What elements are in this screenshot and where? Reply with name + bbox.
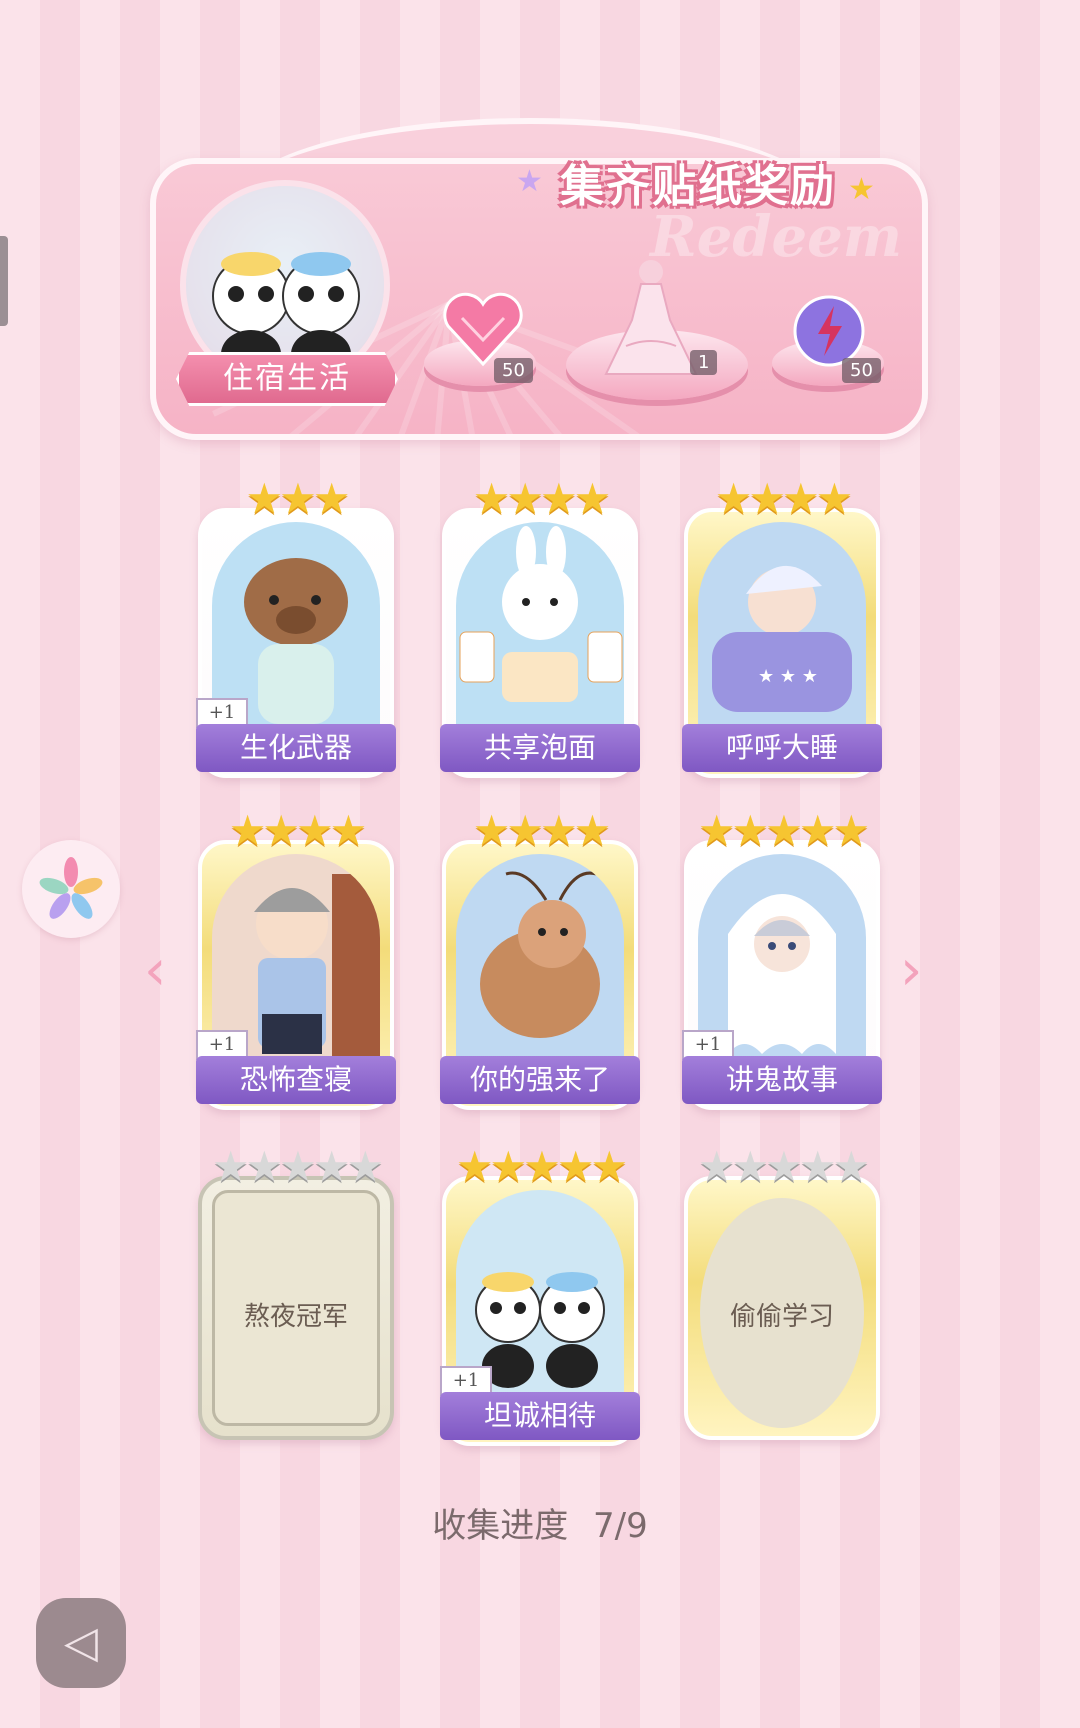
bunny-noodles-icon (459, 526, 623, 702)
star-rating: ★★★★ (472, 806, 612, 855)
sticker-card[interactable]: ★★★★★ +1 讲鬼故事 (682, 806, 882, 1110)
theme-label: 住宿生活 (176, 352, 398, 406)
reward-count: 50 (494, 358, 533, 383)
star-rating: ★★★ (245, 474, 351, 523)
card-art: ★ ★ ★ (698, 522, 866, 732)
star-rating: ★★★★ (714, 474, 854, 523)
star-rating: ★★★★ (472, 474, 612, 523)
sticker-card[interactable]: ★★★ +1 生化武器 (196, 474, 396, 778)
yellow-star-icon: ★ (848, 172, 875, 207)
banner-title: 集齐贴纸奖励 (560, 161, 836, 212)
prev-page-arrow[interactable]: ‹ (144, 938, 166, 1003)
back-button[interactable]: ◁ (36, 1598, 126, 1688)
sticker-card[interactable]: ★★★★ 你的强来了 (440, 806, 640, 1110)
card-name: 生化武器 (196, 724, 396, 772)
purple-star-icon: ★ (516, 164, 543, 199)
star-rating: ★★★★★ (211, 1142, 384, 1191)
progress-label: 收集进度 (432, 1506, 569, 1546)
collection-progress: 收集进度 7/9 (0, 1498, 1080, 1547)
star-rating: ★★★★ (228, 806, 368, 855)
back-arrow-icon: ◁ (64, 1617, 98, 1668)
sticker-card[interactable]: ★★★★ 共享泡面 (440, 474, 640, 778)
card-name: 恐怖查寝 (196, 1056, 396, 1104)
sleeping-boy-icon: ★ ★ ★ (712, 565, 852, 712)
sticker-card[interactable]: ★★★★ +1 恐怖查寝 (196, 806, 396, 1110)
side-handle[interactable] (0, 236, 8, 326)
progress-value: 7/9 (593, 1506, 648, 1546)
reward-count: 50 (842, 358, 881, 383)
star-rating: ★★★★★ (455, 1142, 628, 1191)
card-name: 你的强来了 (440, 1056, 640, 1104)
card-art (456, 522, 624, 732)
sticker-card-locked[interactable]: ★★★★★ 偷偷学习 (684, 1142, 880, 1440)
sticker-card-locked[interactable]: ★★★★★ 熬夜冠军 (198, 1142, 394, 1440)
flower-icon (39, 857, 103, 919)
card-name: 坦诚相待 (440, 1392, 640, 1440)
card-name: 熬夜冠军 (243, 1302, 348, 1332)
flower-menu-button[interactable] (22, 840, 120, 938)
star-rating: ★★★★★ (697, 806, 870, 855)
card-name: 呼呼大睡 (682, 724, 882, 772)
cockroach-icon (480, 871, 600, 1038)
svg-text:★ ★ ★: ★ ★ ★ (758, 666, 818, 687)
card-art (456, 854, 624, 1064)
card-name: 讲鬼故事 (682, 1056, 882, 1104)
star-rating: ★★★★★ (697, 1142, 870, 1191)
reward-count: 1 (690, 350, 718, 375)
card-name: 共享泡面 (440, 724, 640, 772)
sticker-card[interactable]: ★★★★★ +1 坦诚相待 (440, 1142, 640, 1446)
sticker-card[interactable]: ★★★★ ★ ★ ★ 呼呼大睡 (682, 474, 882, 778)
next-page-arrow[interactable]: › (900, 938, 922, 1003)
card-name: 偷偷学习 (729, 1302, 834, 1332)
